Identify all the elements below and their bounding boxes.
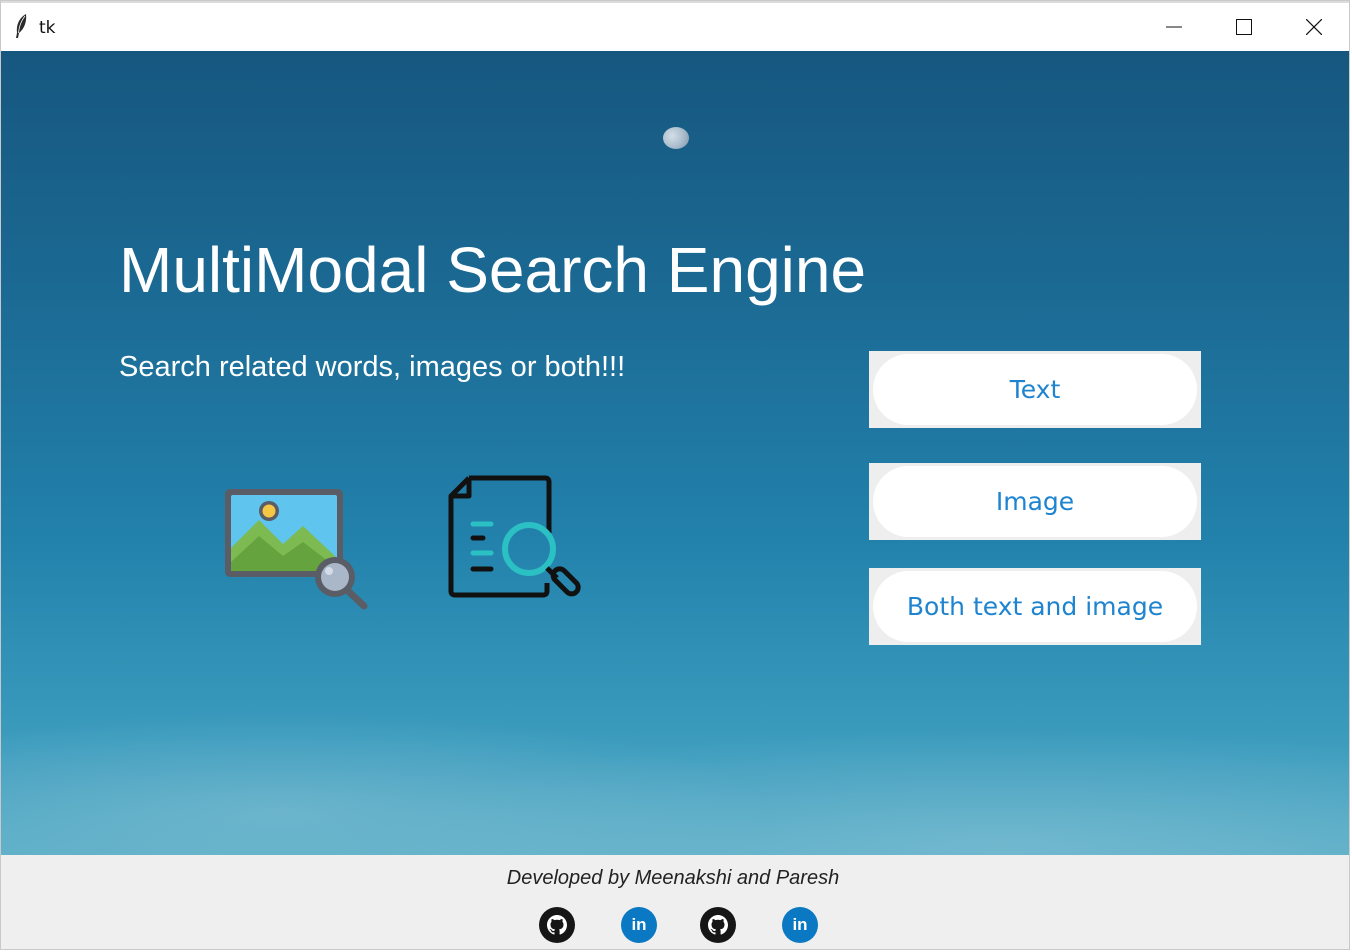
minimize-button[interactable] [1139, 3, 1209, 51]
footer: Developed by Meenakshi and Paresh in in [1, 855, 1349, 949]
github-link-1[interactable] [539, 907, 575, 943]
image-search-label: Image [995, 487, 1075, 516]
github-icon [708, 915, 728, 935]
linkedin-icon: in [631, 915, 647, 934]
page-subtitle: Search related words, images or both!!! [119, 351, 626, 383]
maximize-button[interactable] [1209, 3, 1279, 51]
tk-feather-icon [13, 13, 29, 39]
maximize-icon [1236, 19, 1252, 35]
app-window: tk MultiModal Search Engine Search relat… [0, 0, 1350, 950]
window-title: tk [39, 18, 56, 38]
text-and-image-search-button[interactable]: Both text and image [869, 568, 1201, 645]
text-search-label: Text [1009, 375, 1061, 404]
document-search-icon [447, 475, 587, 601]
close-button[interactable] [1279, 3, 1349, 51]
image-search-button[interactable]: Image [869, 463, 1201, 540]
image-search-icon [221, 486, 371, 611]
developer-credit: Developed by Meenakshi and Paresh [506, 867, 840, 889]
linkedin-icon: in [792, 915, 808, 934]
text-search-button[interactable]: Text [869, 351, 1201, 428]
github-icon [547, 915, 567, 935]
moon-decoration [663, 127, 689, 149]
linkedin-link-1[interactable]: in [621, 907, 657, 943]
hero-panel: MultiModal Search Engine Search related … [1, 51, 1349, 855]
close-icon [1306, 19, 1322, 35]
github-link-2[interactable] [700, 907, 736, 943]
text-and-image-search-label: Both text and image [906, 592, 1164, 621]
linkedin-link-2[interactable]: in [782, 907, 818, 943]
minimize-icon [1166, 26, 1182, 28]
page-title: MultiModal Search Engine [119, 234, 867, 306]
title-bar[interactable]: tk [1, 1, 1349, 51]
